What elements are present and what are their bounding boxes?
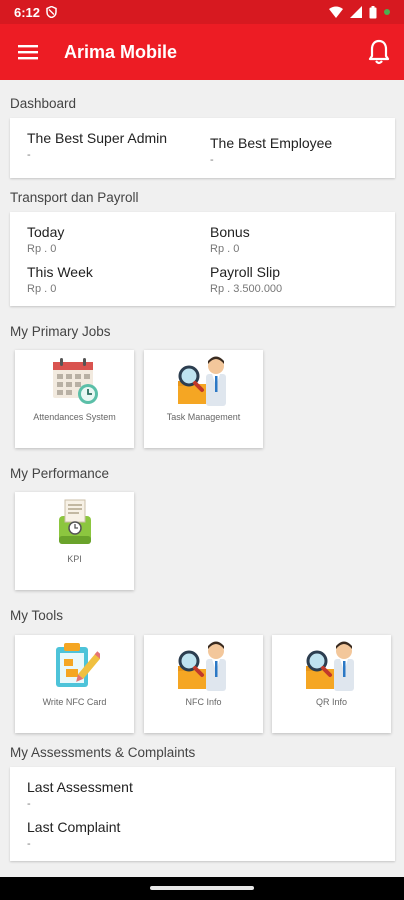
this-week-value: Rp . 0 (27, 283, 57, 295)
best-employee-value: - (210, 154, 214, 166)
payroll-slip-label: Payroll Slip (210, 264, 281, 280)
tile-label: Attendances System (33, 412, 116, 422)
best-super-admin-value: - (27, 149, 31, 161)
menu-icon[interactable] (18, 44, 38, 60)
search-person-icon (176, 356, 232, 406)
tile-label: NFC Info (185, 697, 222, 707)
tile-attendances-system[interactable]: Attendances System (15, 350, 134, 448)
transport-this-week: This Week Rp . 0 (27, 264, 93, 295)
best-employee-label: The Best Employee (210, 135, 333, 151)
transport-card: Today Rp . 0 Bonus Rp . 0 This Week Rp .… (10, 212, 395, 306)
bonus-value: Rp . 0 (210, 243, 240, 255)
system-nav-bar (0, 877, 404, 900)
assessments-card: Last Assessment - Last Complaint - (10, 767, 395, 861)
section-title-performance: My Performance (10, 466, 110, 481)
status-time: 6:12 (14, 4, 41, 20)
signal-icon (350, 6, 362, 18)
section-title-assessments: My Assessments & Complaints (10, 745, 196, 760)
status-indicator-dot (384, 9, 390, 15)
payroll-slip-value: Rp . 3.500.000 (210, 283, 283, 295)
calendar-clock-icon (47, 356, 103, 406)
dashboard-card: The Best Super Admin - The Best Employee… (10, 118, 395, 178)
payroll-slip[interactable]: Payroll Slip Rp . 3.500.000 (210, 264, 282, 295)
section-title-dashboard: Dashboard (10, 96, 77, 111)
tile-label: KPI (67, 554, 82, 564)
tile-qr-info[interactable]: QR Info (272, 635, 391, 733)
tile-task-management[interactable]: Task Management (144, 350, 263, 448)
status-bar: 6:12 (0, 0, 404, 24)
kpi-machine-icon (47, 498, 103, 548)
clipboard-pencil-icon (47, 641, 103, 691)
last-complaint-label: Last Complaint (27, 819, 121, 835)
best-super-admin-label: The Best Super Admin (27, 130, 168, 146)
section-title-transport: Transport dan Payroll (10, 190, 139, 205)
tile-label: Task Management (166, 412, 241, 422)
main-content[interactable]: Dashboard The Best Super Admin - The Bes… (0, 80, 404, 877)
section-title-primary-jobs: My Primary Jobs (10, 324, 111, 339)
transport-bonus: Bonus Rp . 0 (210, 224, 250, 255)
today-value: Rp . 0 (27, 243, 57, 255)
tile-write-nfc-card[interactable]: Write NFC Card (15, 635, 134, 733)
last-assessment-value: - (27, 798, 31, 810)
notification-bell-icon[interactable] (368, 39, 390, 65)
tile-label: Write NFC Card (42, 697, 107, 707)
tile-kpi[interactable]: KPI (15, 492, 134, 590)
search-person-icon (176, 641, 232, 691)
best-super-admin: The Best Super Admin - (27, 130, 167, 161)
home-gesture-handle[interactable] (150, 886, 254, 890)
app-bar: Arima Mobile (0, 24, 404, 80)
last-assessment-label: Last Assessment (27, 779, 133, 795)
last-complaint: Last Complaint - (27, 819, 120, 850)
today-label: Today (27, 224, 65, 240)
bonus-label: Bonus (210, 224, 250, 240)
section-title-tools: My Tools (10, 608, 64, 623)
shield-icon (46, 6, 57, 18)
wifi-icon (329, 6, 343, 18)
last-assessment: Last Assessment - (27, 779, 133, 810)
app-title: Arima Mobile (64, 41, 178, 62)
battery-icon (369, 5, 377, 18)
best-employee: The Best Employee - (210, 135, 332, 166)
this-week-label: This Week (27, 264, 93, 280)
tile-label: QR Info (315, 697, 347, 707)
transport-today: Today Rp . 0 (27, 224, 64, 255)
last-complaint-value: - (27, 838, 31, 850)
tile-nfc-info[interactable]: NFC Info (144, 635, 263, 733)
search-person-icon (304, 641, 360, 691)
